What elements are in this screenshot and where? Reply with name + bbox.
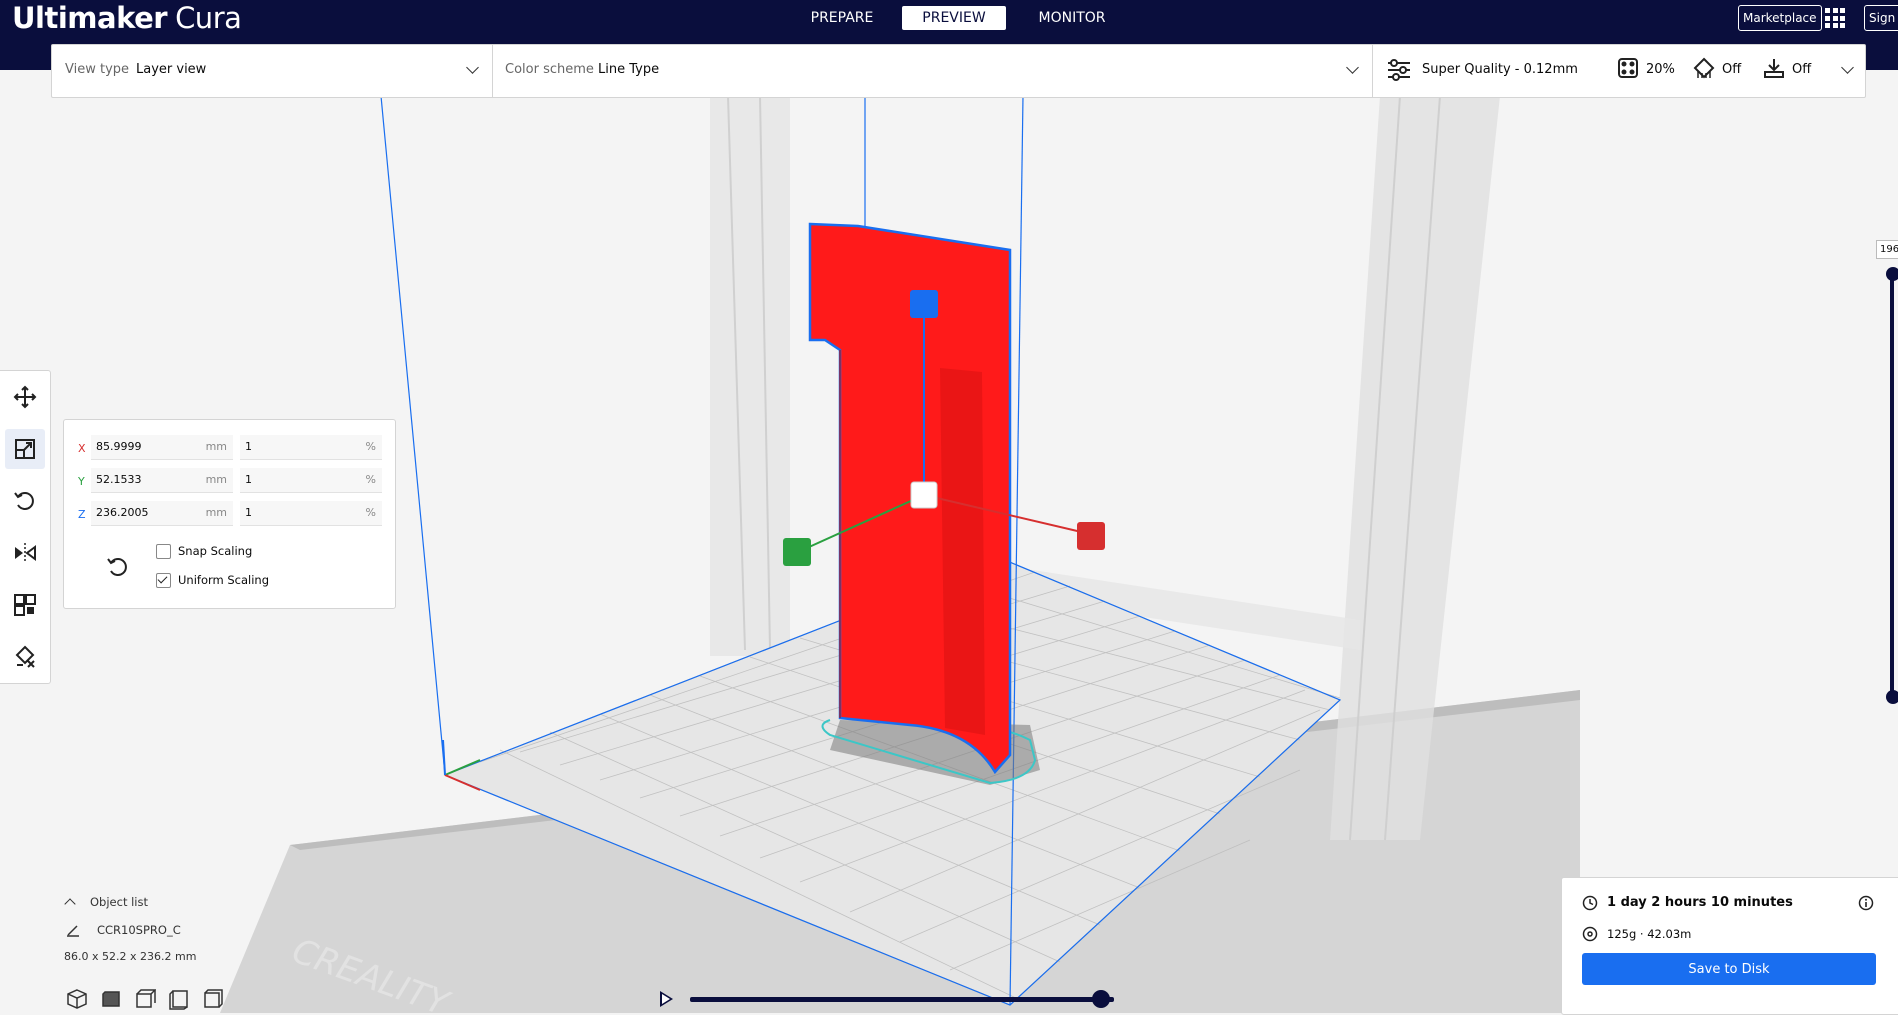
3d-view-icon[interactable]: [66, 988, 88, 1010]
camera-view-buttons: [66, 988, 224, 1010]
tool-panel: [0, 370, 51, 684]
sign-in-button[interactable]: Sign in: [1864, 5, 1898, 31]
rotate-icon: [14, 492, 34, 510]
clock-icon: [1582, 895, 1598, 911]
z-percent-field[interactable]: 1%: [240, 501, 382, 526]
scale-handle-z[interactable]: [910, 290, 938, 318]
support-value[interactable]: Off: [1722, 62, 1741, 77]
adhesion-value[interactable]: Off: [1792, 62, 1811, 77]
layer-slider-bottom-handle[interactable]: [1886, 690, 1898, 704]
scale-handle-y[interactable]: [783, 538, 811, 566]
layer-slider-top-handle[interactable]: [1886, 267, 1898, 281]
color-scheme-dropdown[interactable]: Line Type: [598, 62, 659, 77]
material-usage: 125g · 42.03m: [1607, 927, 1692, 941]
front-view-icon[interactable]: [100, 988, 122, 1010]
layer-slider-track[interactable]: [1890, 272, 1894, 698]
stage-tab-prepare[interactable]: PREPARE: [800, 6, 884, 30]
chevron-down-icon[interactable]: [1841, 61, 1854, 74]
marketplace-button[interactable]: Marketplace: [1738, 5, 1822, 31]
object-list: Object list CCR10SPRO_C 86.0 x 52.2 x 23…: [64, 894, 196, 963]
chevron-down-icon[interactable]: [466, 61, 479, 74]
stage-tab-preview[interactable]: PREVIEW: [902, 6, 1006, 30]
layer-number-input[interactable]: 1961: [1876, 240, 1898, 259]
x-axis-label: X: [78, 442, 86, 455]
x-percent-field[interactable]: 1%: [240, 435, 382, 460]
left-view-icon[interactable]: [168, 988, 190, 1010]
pencil-icon[interactable]: [66, 923, 80, 937]
x-mm-field[interactable]: 85.9999 mm: [91, 435, 233, 460]
per-model-settings-button[interactable]: [5, 585, 45, 625]
view-type-dropdown[interactable]: Layer view: [136, 62, 206, 77]
scale-icon: [15, 439, 35, 459]
z-axis-label: Z: [78, 508, 86, 521]
reset-scale-icon[interactable]: [105, 554, 129, 578]
model-dimensions: 86.0 x 52.2 x 236.2 mm: [64, 950, 197, 963]
info-icon[interactable]: [1858, 895, 1874, 911]
support-blocker-icon: [15, 645, 35, 668]
save-to-disk-button[interactable]: Save to Disk: [1582, 953, 1876, 985]
uniform-scaling-checkbox[interactable]: [156, 573, 171, 588]
scale-panel: X 85.9999 mm 1% Y 52.1533 mm 1% Z 236.2005…: [63, 419, 396, 609]
print-info-panel: 1 day 2 hours 10 minutes 125g · 42.03m S…: [1561, 877, 1898, 1015]
machine-name[interactable]: CCR10SPRO_C: [97, 923, 181, 937]
material-spool-icon: [1582, 926, 1598, 942]
print-profile-label[interactable]: Super Quality - 0.12mm: [1422, 62, 1578, 77]
right-view-icon[interactable]: [202, 988, 224, 1010]
top-view-icon[interactable]: [134, 988, 156, 1010]
y-mm-field[interactable]: 52.1533 mm: [91, 468, 233, 493]
mirror-tool-button[interactable]: [5, 533, 45, 573]
frame-pillar-left: [710, 96, 790, 656]
mirror-icon: [15, 543, 36, 563]
chevron-up-icon: [64, 898, 76, 910]
stage-tab-monitor[interactable]: MONITOR: [1030, 6, 1114, 30]
y-axis-label: Y: [78, 475, 85, 488]
uniform-scaling-label: Uniform Scaling: [178, 573, 270, 587]
print-time: 1 day 2 hours 10 minutes: [1607, 895, 1793, 910]
snap-scaling-checkbox[interactable]: [156, 544, 171, 559]
move-icon: [13, 385, 37, 409]
scale-tool-button[interactable]: [5, 429, 45, 469]
object-list-label: Object list: [90, 895, 148, 909]
app-logo: Ultimaker Cura: [12, 1, 242, 35]
color-scheme-label: Color scheme: [505, 62, 594, 77]
chevron-down-icon[interactable]: [1346, 61, 1359, 74]
scale-handle-x[interactable]: [1077, 522, 1105, 550]
print-settings-icon[interactable]: [1386, 57, 1412, 83]
y-percent-field[interactable]: 1%: [240, 468, 382, 493]
object-list-toggle[interactable]: Object list: [64, 894, 196, 914]
move-tool-button[interactable]: [5, 377, 45, 417]
scale-handle-uniform[interactable]: [910, 481, 938, 509]
infill-icon: [1618, 58, 1638, 78]
play-simulation-button[interactable]: [660, 991, 673, 1007]
snap-scaling-label: Snap Scaling: [178, 544, 253, 558]
z-mm-field[interactable]: 236.2005 mm: [91, 501, 233, 526]
adhesion-icon: [1764, 59, 1784, 78]
per-model-settings-icon: [14, 594, 36, 616]
rotate-tool-button[interactable]: [5, 481, 45, 521]
support-blocker-button[interactable]: [5, 637, 45, 677]
support-icon: [1693, 57, 1715, 79]
view-toolbar: View type Layer view Color scheme Line T…: [51, 44, 1866, 98]
simulation-progress-track[interactable]: [690, 997, 1114, 1002]
apps-grid-icon[interactable]: [1825, 8, 1845, 28]
view-type-label: View type: [65, 62, 130, 77]
infill-value[interactable]: 20%: [1646, 62, 1675, 77]
